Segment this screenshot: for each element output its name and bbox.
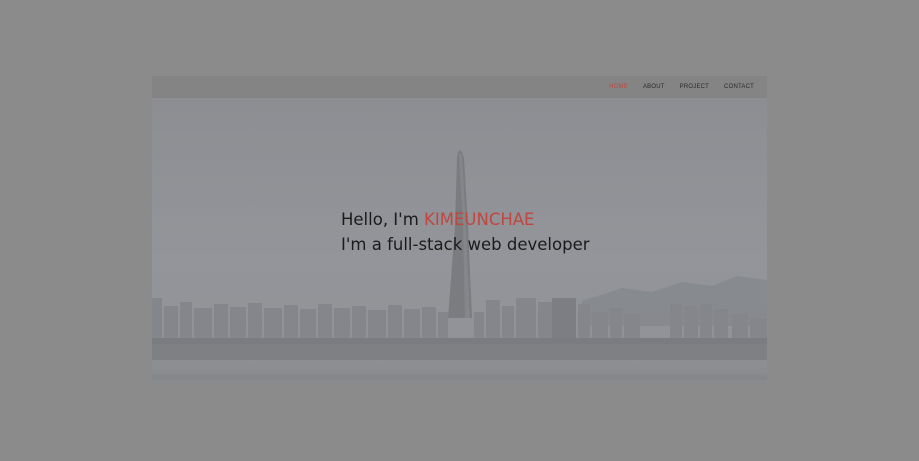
hero-greeting-line: Hello, I'm KIMEUNCHAE	[341, 207, 590, 232]
hero-greeting-prefix: Hello, I'm	[341, 210, 419, 229]
nav-home-link[interactable]: HOME	[609, 84, 628, 90]
hero-name: KIMEUNCHAE	[424, 210, 535, 229]
nav-contact-link[interactable]: CONTACT	[724, 84, 754, 90]
nav-about-link[interactable]: ABOUT	[643, 84, 665, 90]
hero-intro: Hello, I'm KIMEUNCHAE I'm a full-stack w…	[341, 207, 590, 257]
hero-tagline: I'm a full-stack web developer	[341, 235, 590, 254]
top-navigation-bar: HOME ABOUT PROJECT CONTACT	[152, 76, 767, 98]
website-frame: HOME ABOUT PROJECT CONTACT Hello, I'm KI…	[152, 76, 767, 384]
nav-project-link[interactable]: PROJECT	[680, 84, 709, 90]
browser-viewport: HOME ABOUT PROJECT CONTACT Hello, I'm KI…	[0, 0, 919, 461]
